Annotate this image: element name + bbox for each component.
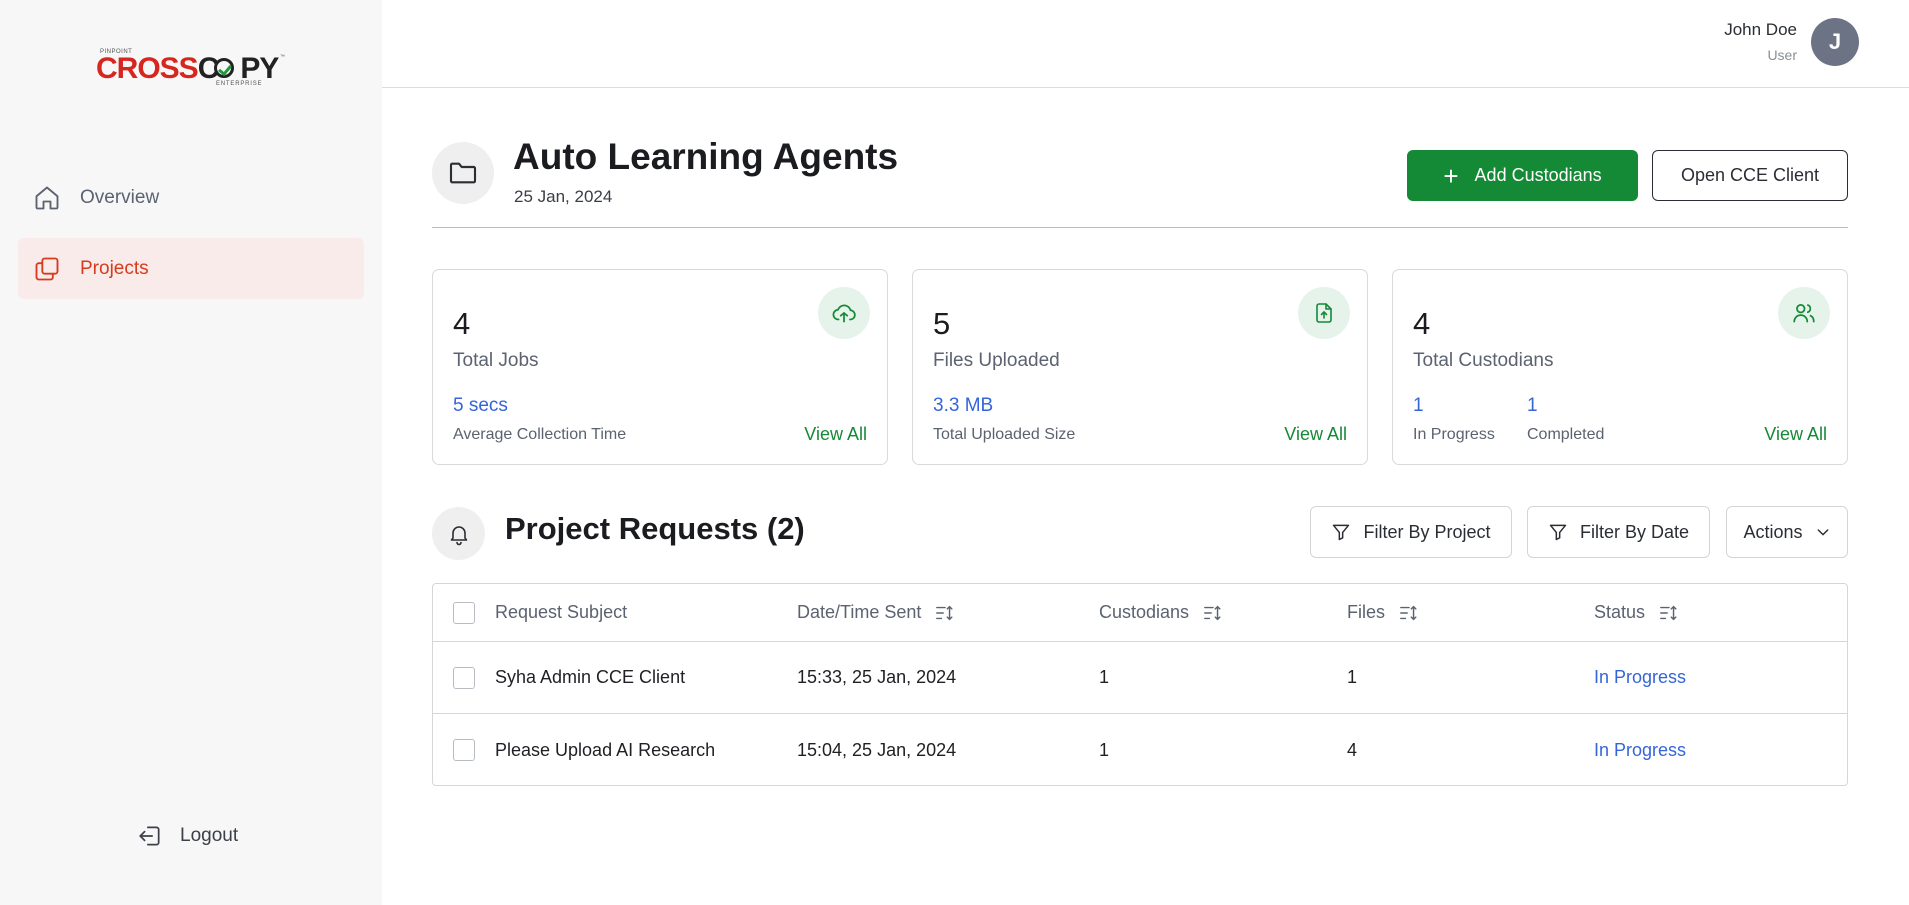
logo-wordmark-red: CROSS <box>96 52 199 85</box>
add-custodians-label: Add Custodians <box>1474 165 1602 185</box>
actions-dropdown[interactable]: Actions <box>1726 506 1848 558</box>
logout-button[interactable]: Logout <box>136 820 238 852</box>
stat-sub-value: 3.3 MB <box>933 395 994 416</box>
sort-icon[interactable] <box>935 604 955 622</box>
request-files: 4 <box>1347 739 1358 760</box>
filter-icon <box>1331 522 1351 542</box>
column-header-label: Request Subject <box>495 602 628 622</box>
sort-icon[interactable] <box>1399 604 1419 622</box>
select-all-checkbox[interactable] <box>453 602 475 624</box>
request-date-sent: 15:33, 25 Jan, 2024 <box>797 667 957 687</box>
sidebar-item-projects[interactable]: Projects <box>18 238 364 299</box>
view-all-link[interactable]: View All <box>804 424 867 445</box>
request-subject[interactable]: Please Upload AI Research <box>495 714 715 786</box>
completed-count: 1 <box>1527 395 1538 416</box>
table-header-row: Request Subject Date/Time Sent Custodian… <box>433 584 1847 642</box>
sidebar-item-label: Overview <box>80 186 160 208</box>
column-header-files[interactable]: Files <box>1347 584 1419 641</box>
logo-wordmark: CROSSC PY <box>96 52 279 85</box>
stat-card-files-uploaded: 5 Files Uploaded 3.3 MB Total Uploaded S… <box>912 269 1368 465</box>
filter-by-date-label: Filter By Date <box>1579 521 1690 542</box>
view-all-link[interactable]: View All <box>1764 424 1827 445</box>
cloud-upload-icon <box>818 287 870 339</box>
project-date: 25 Jan, 2024 <box>514 187 613 206</box>
table-row[interactable]: Please Upload AI Research 15:04, 25 Jan,… <box>433 714 1847 786</box>
stat-label: Total Jobs <box>453 350 539 371</box>
sidebar-item-label: Projects <box>80 257 149 279</box>
bell-icon <box>432 507 485 560</box>
top-bar <box>382 0 1909 88</box>
logo-trademark: ™ <box>280 54 285 60</box>
requests-table: Request Subject Date/Time Sent Custodian… <box>432 583 1848 786</box>
home-icon <box>32 183 62 213</box>
row-checkbox[interactable] <box>453 667 475 689</box>
status-badge: In Progress <box>1594 667 1687 687</box>
stat-sub-label: Average Collection Time <box>453 426 627 443</box>
sidebar-item-overview[interactable]: Overview <box>18 167 364 228</box>
chevron-down-icon <box>1815 524 1831 540</box>
request-subject[interactable]: Syha Admin CCE Client <box>495 642 685 713</box>
stat-label: Files Uploaded <box>933 350 1060 371</box>
stat-value: 5 <box>933 306 951 341</box>
requests-title: Project Requests (2) <box>505 511 805 546</box>
column-header-label: Status <box>1594 602 1646 622</box>
crosscopy-logo[interactable]: PINPOINT CROSSC PY ™ ENTERPRISE <box>96 48 286 88</box>
request-date-sent: 15:04, 25 Jan, 2024 <box>797 739 957 760</box>
page-title: Auto Learning Agents <box>513 136 899 177</box>
completed-label: Completed <box>1527 426 1605 443</box>
request-custodians: 1 <box>1099 739 1110 760</box>
column-header-subject: Request Subject <box>495 584 627 641</box>
column-header-label: Files <box>1347 602 1386 622</box>
users-icon <box>1778 287 1830 339</box>
header-divider <box>432 227 1848 228</box>
logo-check-icon <box>214 58 234 78</box>
sort-icon[interactable] <box>1659 604 1679 622</box>
logo-enterprise-text: ENTERPRISE <box>216 81 263 87</box>
stat-value: 4 <box>453 306 471 341</box>
open-cce-client-button[interactable]: Open CCE Client <box>1652 150 1848 201</box>
actions-label: Actions <box>1743 521 1803 542</box>
filter-icon <box>1548 522 1568 542</box>
stat-label: Total Custodians <box>1413 350 1554 371</box>
status-badge: In Progress <box>1594 739 1687 760</box>
projects-icon <box>32 254 62 284</box>
logout-label: Logout <box>180 825 239 846</box>
filter-by-date-button[interactable]: Filter By Date <box>1527 506 1710 558</box>
column-header-date-sent[interactable]: Date/Time Sent <box>797 584 955 641</box>
in-progress-label: In Progress <box>1413 426 1495 443</box>
stat-card-total-custodians: 4 Total Custodians 1 In Progress 1 Compl… <box>1392 269 1848 465</box>
view-all-link[interactable]: View All <box>1284 424 1347 445</box>
filter-by-project-label: Filter By Project <box>1363 521 1491 542</box>
filter-by-project-button[interactable]: Filter By Project <box>1310 506 1512 558</box>
table-row[interactable]: Syha Admin CCE Client 15:33, 25 Jan, 202… <box>433 642 1847 714</box>
row-checkbox[interactable] <box>453 739 475 761</box>
stat-sub-value: 5 secs <box>453 395 508 416</box>
column-header-status[interactable]: Status <box>1594 584 1679 641</box>
user-role: User <box>1767 47 1797 63</box>
stat-card-total-jobs: 4 Total Jobs 5 secs Average Collection T… <box>432 269 888 465</box>
avatar[interactable]: J <box>1811 18 1859 66</box>
folder-icon <box>432 142 494 204</box>
column-header-custodians[interactable]: Custodians <box>1099 584 1223 641</box>
plus-icon: + <box>1443 160 1459 191</box>
add-custodians-button[interactable]: + Add Custodians <box>1407 150 1638 201</box>
sidebar: PINPOINT CROSSC PY ™ ENTERPRISE Overview … <box>0 0 382 905</box>
column-header-label: Custodians <box>1099 602 1190 622</box>
user-name: John Doe <box>1724 20 1797 39</box>
sort-icon[interactable] <box>1203 604 1223 622</box>
file-upload-icon <box>1298 287 1350 339</box>
column-header-label: Date/Time Sent <box>797 602 922 622</box>
request-files: 1 <box>1347 667 1358 687</box>
logout-icon <box>136 822 164 850</box>
request-custodians: 1 <box>1099 667 1110 687</box>
in-progress-count: 1 <box>1413 395 1424 416</box>
stat-value: 4 <box>1413 306 1431 341</box>
stat-sub-label: Total Uploaded Size <box>933 426 1076 443</box>
